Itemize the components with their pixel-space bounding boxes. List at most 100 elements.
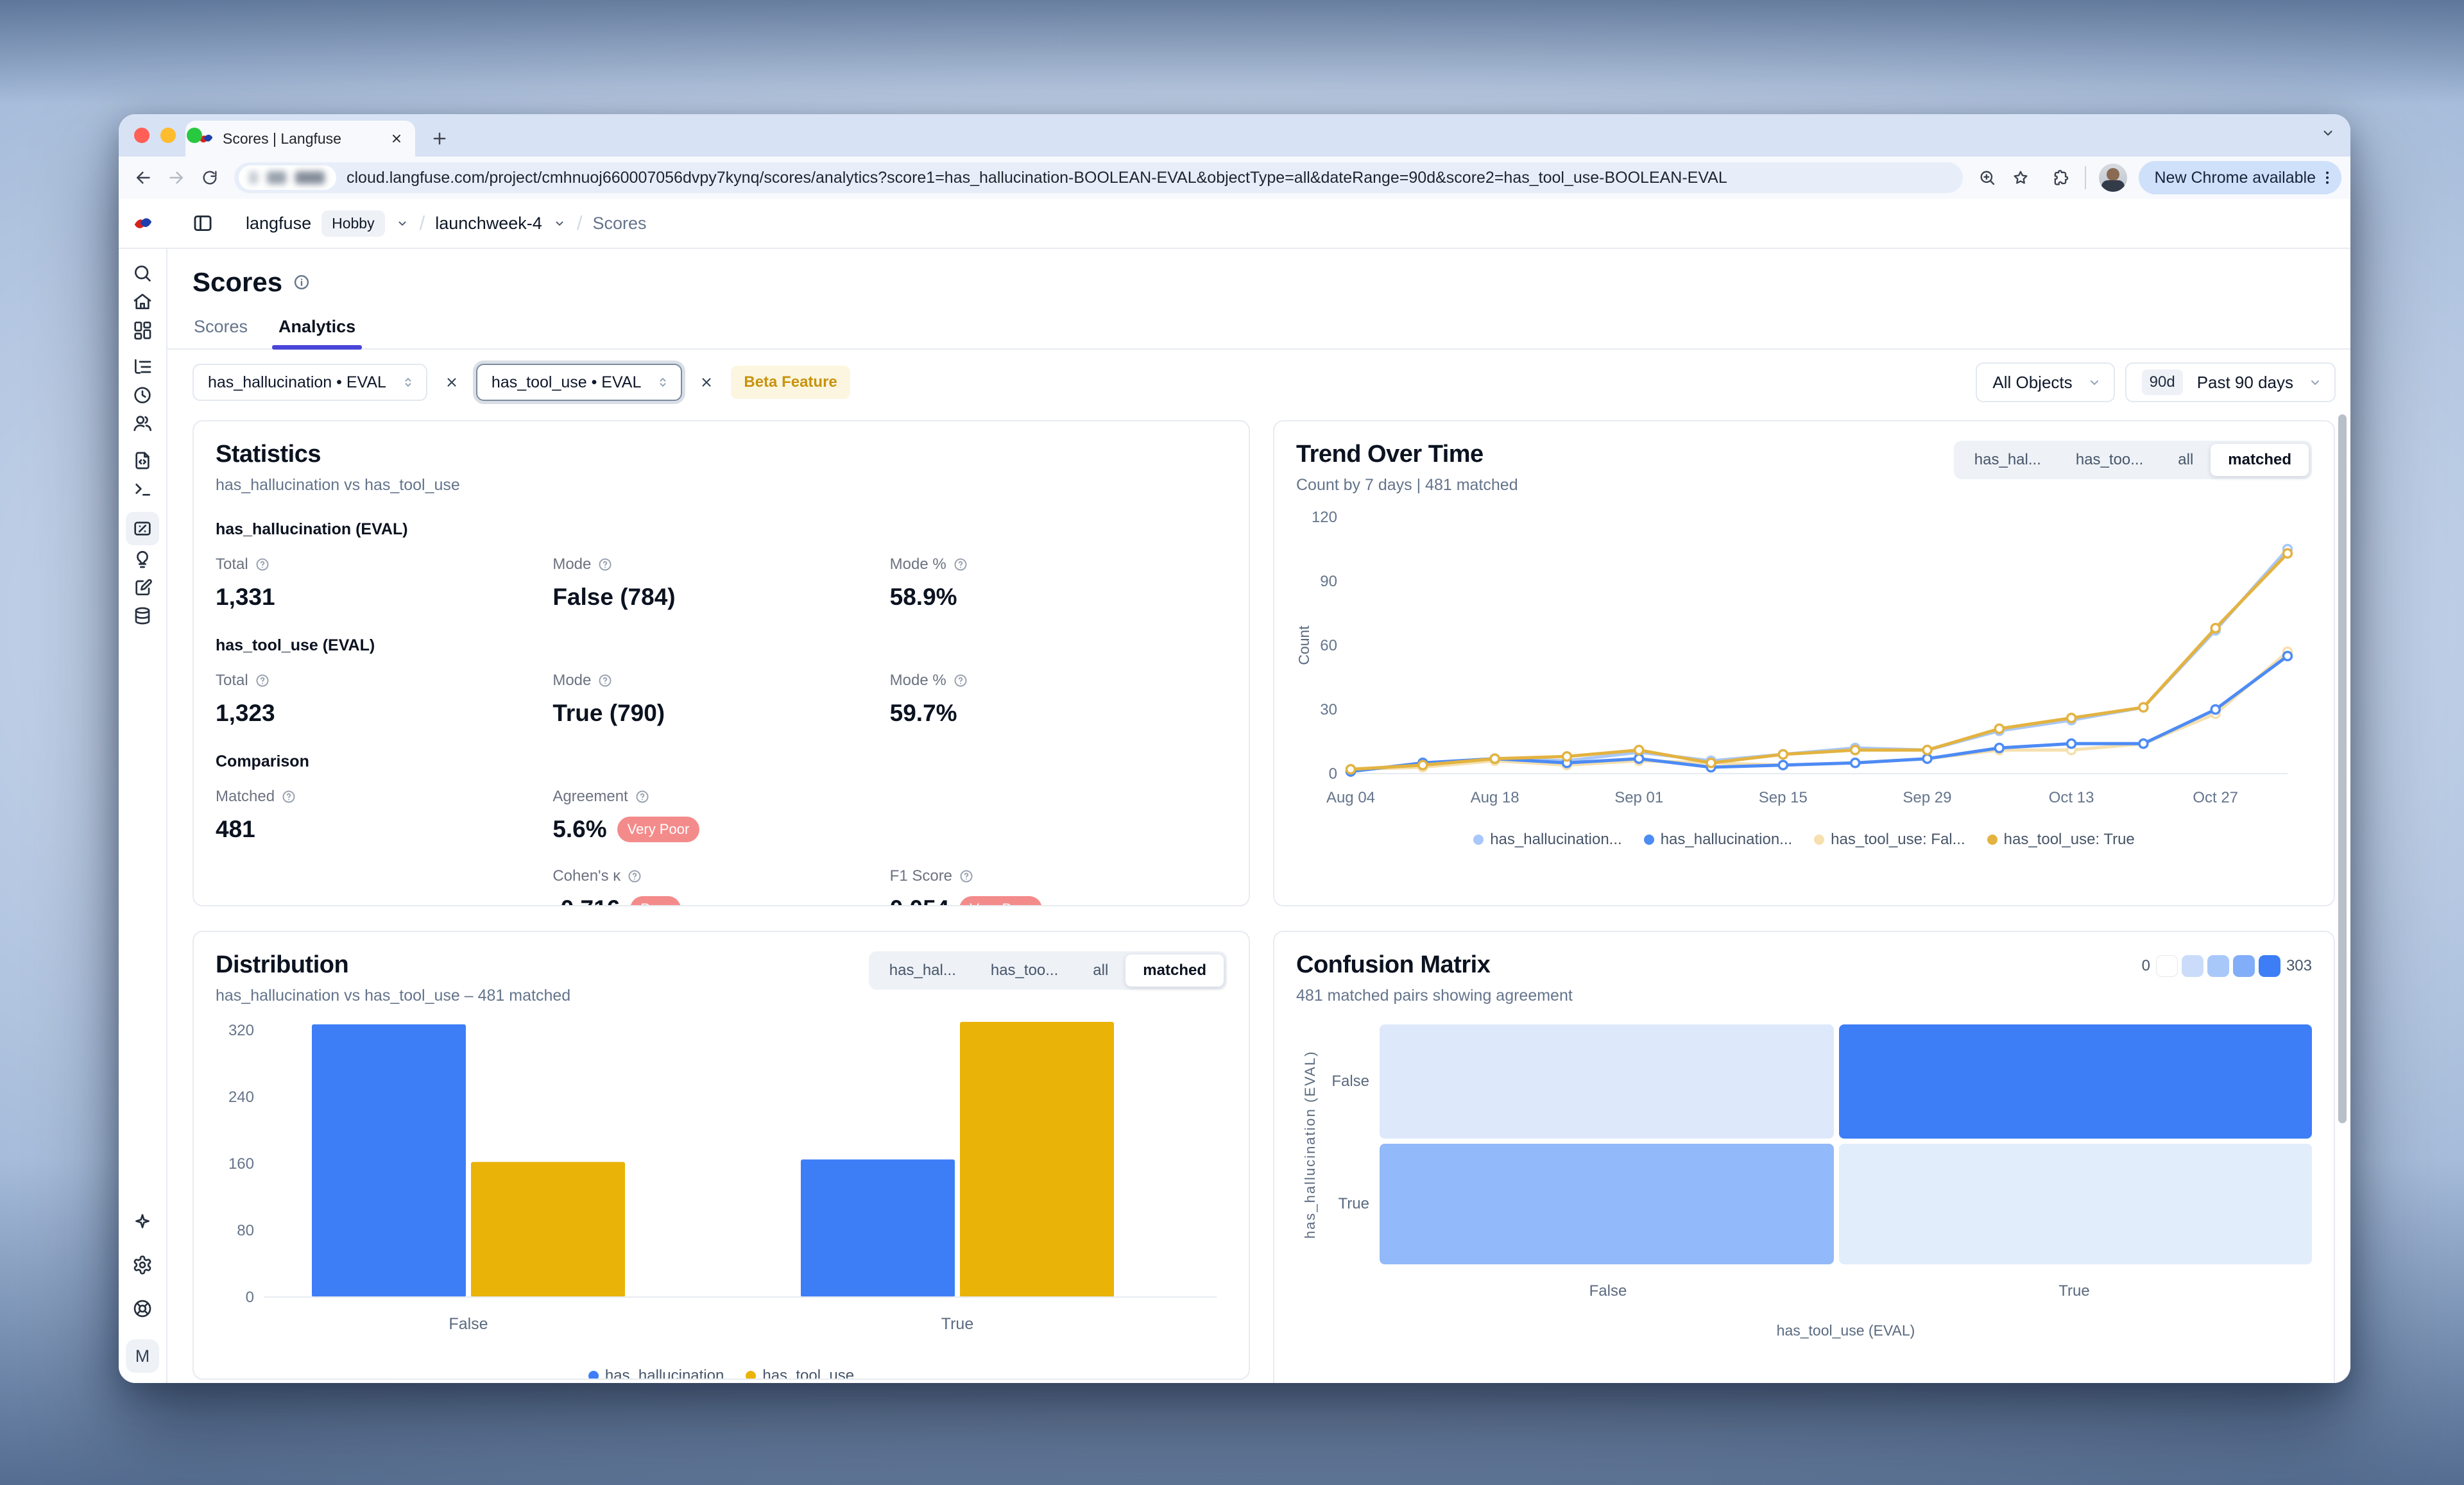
minimize-window-button[interactable] [160,128,176,143]
agreement-metric: Agreement 5.6%Very Poor [552,788,889,843]
sidebar-item-tracing[interactable] [126,353,159,381]
sidebar-item-annotation[interactable] [126,573,159,602]
page-title: Scores [193,267,282,298]
profile-avatar[interactable] [2099,164,2127,192]
zoom-page-icon[interactable] [1972,162,2003,193]
close-window-button[interactable] [134,128,150,143]
tab-scores[interactable]: Scores [194,317,248,348]
statistics-subtitle: has_hallucination vs has_tool_use [216,476,1227,495]
segmented-option-matched[interactable]: matched [1125,955,1224,987]
score2-select[interactable]: has_tool_use • EVAL [476,364,682,401]
svg-text:Sep 15: Sep 15 [1759,789,1808,806]
confusion-cell-false-true[interactable] [1839,1024,2312,1139]
help-icon[interactable] [953,673,968,688]
sidebar-item-evaluators[interactable] [126,545,159,573]
remove-score2-button[interactable] [695,371,718,394]
site-permission-chip[interactable] [239,165,336,190]
metric-cell: ModeFalse (784) [552,556,889,611]
sidebar-item-support[interactable] [126,1294,159,1323]
segmented-option-hastoo[interactable]: has_too... [973,955,1075,987]
sparkles-icon [132,1211,153,1232]
browser-tab[interactable]: Scores | Langfuse [185,121,415,157]
legend-dot-icon [1644,835,1654,845]
help-icon[interactable] [255,673,270,688]
segmented-option-hashal[interactable]: has_hal... [1957,444,2058,476]
confusion-cell-true-true[interactable] [1839,1144,2312,1264]
project-switcher-chevron-icon[interactable] [552,216,567,230]
app-header: langfuse Hobby / launchweek-4 / Scores [119,199,2350,249]
svg-text:Sep 29: Sep 29 [1903,789,1951,806]
tracing-icon [132,357,153,377]
org-name[interactable]: langfuse [246,214,311,233]
object-type-select[interactable]: All Objects [1976,362,2114,402]
svg-text:Aug 04: Aug 04 [1326,789,1375,806]
sidebar-item-playground[interactable] [126,475,159,503]
confusion-cell-true-false[interactable] [1380,1144,1834,1264]
scale-swatch [2259,955,2280,977]
legend-item: has_tool_use [746,1367,854,1380]
tab-search-icon[interactable] [2320,124,2336,141]
segmented-option-hashal[interactable]: has_hal... [872,955,973,987]
sidebar-item-search[interactable] [126,259,159,287]
confusion-title: Confusion Matrix [1296,951,1573,979]
svg-text:False: False [449,1315,488,1333]
segmented-option-all[interactable]: all [2160,444,2211,476]
help-icon[interactable] [627,869,642,884]
org-switcher-chevron-icon[interactable] [395,216,409,230]
forward-button[interactable] [161,162,192,193]
address-bar[interactable]: cloud.langfuse.com/project/cmhnuoj660007… [234,162,1963,193]
remove-score1-button[interactable] [440,371,463,394]
sidebar-item-settings[interactable] [126,1251,159,1279]
date-range-select[interactable]: 90d Past 90 days [2125,362,2336,402]
svg-text:160: 160 [228,1155,254,1173]
sidebar-toggle-icon[interactable] [188,208,218,238]
segmented-option-hastoo[interactable]: has_too... [2058,444,2160,476]
segmented-option-matched[interactable]: matched [2211,444,2309,476]
chrome-update-button[interactable]: New Chrome available [2139,161,2341,194]
extensions-icon[interactable] [2045,162,2076,193]
url-text[interactable]: cloud.langfuse.com/project/cmhnuoj660007… [346,169,1950,187]
help-icon[interactable] [959,869,974,884]
sidebar-item-dashboards[interactable] [126,316,159,344]
user-avatar[interactable]: M [126,1339,159,1373]
new-tab-button[interactable] [425,124,454,153]
sidebar-item-users[interactable] [126,409,159,437]
project-name[interactable]: launchweek-4 [435,214,542,233]
langfuse-logo-icon [119,212,167,235]
svg-text:90: 90 [1320,573,1337,590]
close-tab-icon[interactable] [387,129,406,148]
tab-analytics[interactable]: Analytics [278,317,355,348]
help-icon[interactable] [597,557,613,572]
info-icon[interactable] [293,273,311,291]
tab-title: Scores | Langfuse [223,130,379,148]
cohens-kappa-rating-badge: Poor [630,896,680,906]
date-range-badge: 90d [2142,369,2183,395]
score2-select-value: has_tool_use • EVAL [492,373,641,392]
help-icon[interactable] [255,557,270,572]
help-icon[interactable] [281,789,296,804]
sidebar-item-sparkles[interactable] [126,1207,159,1235]
help-icon[interactable] [635,789,650,804]
bookmark-star-icon[interactable] [2005,162,2036,193]
reload-button[interactable] [194,162,225,193]
langfuse-app: langfuse Hobby / launchweek-4 / Scores M [119,199,2350,1383]
kebab-menu-icon[interactable] [2318,169,2336,187]
updown-chevron-icon [400,375,416,390]
maximize-window-button[interactable] [187,128,202,143]
sidebar-item-prompts[interactable] [126,446,159,475]
scale-swatch [2207,955,2229,977]
segmented-option-all[interactable]: all [1075,955,1125,987]
back-button[interactable] [128,162,158,193]
sidebar-item-scores[interactable] [126,512,159,545]
confusion-cell-false-false[interactable] [1380,1024,1834,1139]
cohens-kappa-metric: Cohen's κ -0.716Poor [552,867,889,906]
score1-select[interactable]: has_hallucination • EVAL [193,364,427,401]
sidebar-item-sessions[interactable] [126,381,159,409]
sidebar-item-datasets[interactable] [126,602,159,630]
sidebar-item-home[interactable] [126,287,159,316]
page-scrollbar[interactable] [2338,414,2347,1123]
metric-cell: Mode %59.7% [890,672,1227,727]
comparison-label: Comparison [216,752,1227,771]
help-icon[interactable] [953,557,968,572]
help-icon[interactable] [597,673,613,688]
